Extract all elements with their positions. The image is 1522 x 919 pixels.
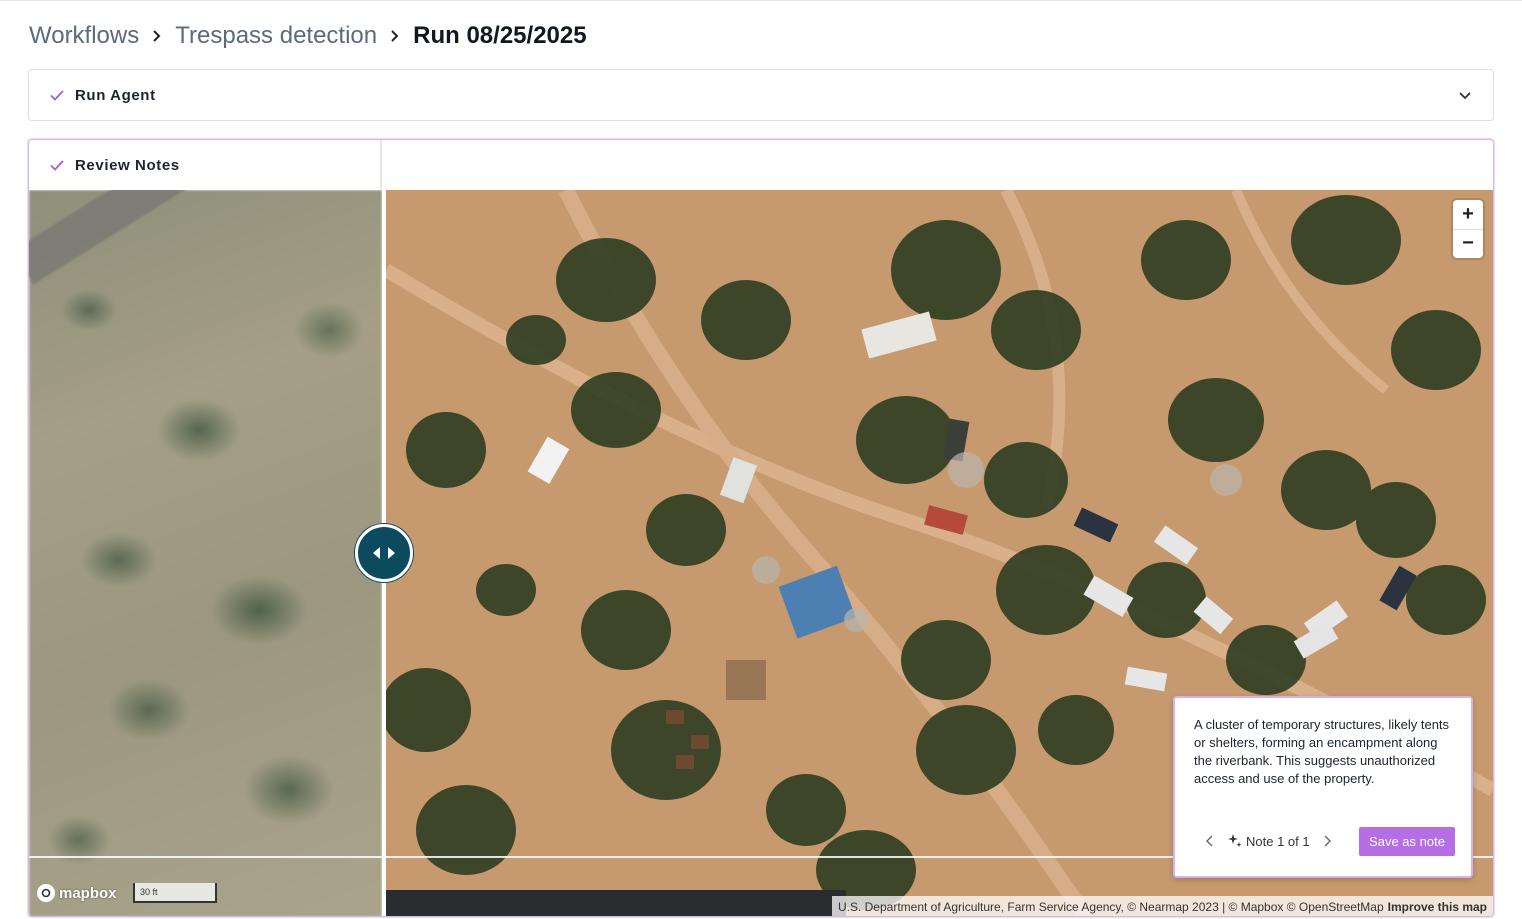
check-icon [49, 157, 65, 173]
chevron-left-icon[interactable] [1203, 834, 1217, 848]
chevron-right-icon[interactable] [1320, 834, 1334, 848]
top-border [0, 0, 1522, 1]
review-notes-header[interactable]: Review Notes [29, 140, 382, 190]
breadcrumb-workflows[interactable]: Workflows [29, 22, 139, 50]
sparkle-icon [1227, 833, 1243, 849]
breadcrumb: Workflows Trespass detection Run 08/25/2… [29, 18, 587, 54]
note-counter: Note 1 of 1 [1246, 833, 1310, 849]
check-icon [49, 87, 65, 103]
run-agent-title: Run Agent [75, 86, 156, 104]
note-pagination: Note 1 of 1 [1203, 833, 1334, 849]
map-attribution: U.S. Department of Agriculture, Farm Ser… [831, 896, 1493, 916]
arrows-horizontal-icon [373, 547, 395, 559]
note-text: A cluster of temporary structures, likel… [1194, 717, 1450, 786]
run-agent-panel[interactable]: Run Agent [28, 69, 1494, 121]
map-footer-bar [386, 890, 846, 916]
mapbox-logo-text: mapbox [59, 884, 117, 902]
zoom-in-button[interactable]: + [1453, 200, 1483, 229]
attribution-text: U.S. Department of Agriculture, Farm Ser… [837, 899, 1384, 914]
note-footer: Note 1 of 1 Save as note [1203, 826, 1455, 856]
compare-map[interactable]: + − mapbox 30 ft U.S. Department of Agri… [29, 190, 1493, 916]
improve-map-link[interactable]: Improve this map [1388, 900, 1487, 914]
map-scale: 30 ft [133, 883, 217, 903]
review-notes-title: Review Notes [75, 156, 180, 174]
compare-slider-handle[interactable] [355, 524, 413, 582]
chevron-right-icon [390, 29, 400, 43]
review-notes-panel: Review Notes + − mapbox 30 ft U.S. Depar… [28, 139, 1494, 917]
map-before-image [29, 190, 382, 916]
chevron-right-icon [152, 29, 162, 43]
page-title: Run 08/25/2025 [413, 22, 587, 49]
mapbox-logo[interactable]: mapbox [37, 884, 117, 902]
chevron-down-icon[interactable] [1457, 87, 1473, 103]
note-card: A cluster of temporary structures, likel… [1173, 696, 1473, 878]
mapbox-icon [37, 884, 55, 902]
zoom-out-button[interactable]: − [1453, 228, 1483, 259]
save-as-note-button[interactable]: Save as note [1359, 826, 1455, 856]
zoom-controls: + − [1453, 200, 1483, 258]
road-shape [29, 190, 186, 285]
breadcrumb-trespass-detection[interactable]: Trespass detection [175, 22, 377, 50]
